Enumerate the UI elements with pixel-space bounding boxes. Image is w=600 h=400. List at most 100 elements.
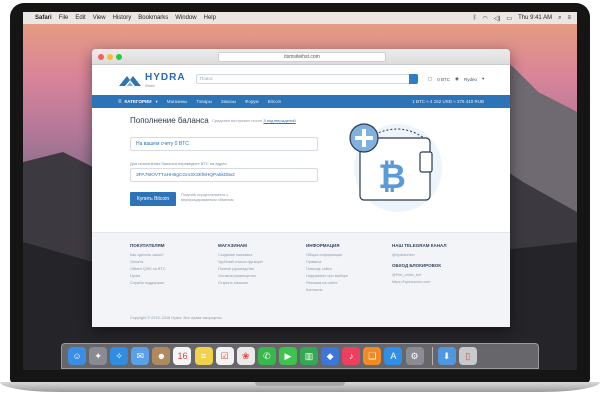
footer-col-buyers: ПОКУПАТЕЛЯМ Как сделать заказ? Оплата Об…: [130, 243, 210, 287]
footer-link[interactable]: Нарушение при выборе: [306, 273, 386, 280]
search-input[interactable]: Поиск: [196, 74, 418, 84]
balance-badge[interactable]: 0 BTC: [437, 77, 450, 82]
site-footer: ПОКУПАТЕЛЯМ Как сделать заказ? Оплата Об…: [92, 232, 510, 327]
btc-rate: 1 BTC ≈ 4 152 USD ≈ 276 410 RUB: [412, 99, 484, 104]
search-button[interactable]: [409, 74, 418, 84]
address-bar[interactable]: itsmsiteihst.com: [218, 52, 386, 62]
photos-icon[interactable]: ❀: [236, 347, 255, 365]
wallet-bitcoin-illustration: ₿: [349, 123, 442, 212]
footer-link[interactable]: Обмен QIWI на BTC: [130, 266, 210, 273]
notes-icon[interactable]: ≡: [194, 347, 213, 365]
menu-edit[interactable]: Edit: [75, 15, 85, 21]
footer-link[interactable]: Открыть магазин: [218, 280, 298, 287]
nav-categories-label: КАТЕГОРИИ: [124, 99, 152, 104]
nav-item-shops[interactable]: Магазины: [167, 99, 188, 104]
footer-link[interactable]: Удобный список функций: [218, 259, 298, 266]
settings-icon[interactable]: ⚙: [405, 347, 424, 365]
dock-separator: [431, 347, 433, 365]
reminders-icon[interactable]: ☑: [215, 347, 234, 365]
confirmations-link[interactable]: 3 подтверждений: [263, 118, 295, 123]
finder-icon[interactable]: ☺: [68, 347, 86, 365]
menubar-clock[interactable]: Thu 9:41 AM: [518, 15, 552, 21]
nav-item-bitcoin[interactable]: Bitcoin: [268, 99, 282, 104]
footer-link[interactable]: Общая информация: [306, 252, 386, 259]
footer-link[interactable]: Hydra: [130, 273, 210, 280]
downloads-icon[interactable]: ⬇: [437, 347, 456, 365]
footer-copyright: Copyright © 2015–2018 Hydra. Все права з…: [130, 316, 223, 320]
footer-link[interactable]: Создание магазина: [218, 252, 298, 259]
notification-center-icon[interactable]: ≡: [567, 15, 571, 21]
footer-col-title: МАГАЗИНАМ: [218, 243, 247, 248]
search-placeholder: Поиск: [200, 76, 213, 81]
footer-link[interactable]: Контакты: [306, 287, 386, 294]
main-nav: ≡ КАТЕГОРИИ ▾ Магазины Товары Заказы Фор…: [92, 95, 510, 108]
browser-titlebar: itsmsiteihst.com: [92, 49, 510, 65]
ibooks-icon[interactable]: ❑: [363, 347, 382, 365]
user-icon[interactable]: ◉: [455, 76, 459, 82]
launchpad-icon[interactable]: ✦: [89, 347, 108, 365]
balance-section: Пополнение баланса Средства поступают по…: [92, 108, 510, 232]
menu-history[interactable]: History: [113, 15, 132, 21]
volume-icon[interactable]: ◁): [494, 15, 501, 22]
chevron-down-icon[interactable]: ▾: [482, 76, 484, 82]
footer-link[interactable]: Реклама на сайте: [306, 280, 386, 287]
cart-icon[interactable]: ▢: [428, 76, 432, 82]
menubar-app-name[interactable]: Safari: [35, 15, 52, 21]
nav-categories[interactable]: ≡ КАТЕГОРИИ: [118, 99, 152, 105]
site-logo[interactable]: HYDRA Store: [145, 71, 186, 88]
footer-col-info: ИНФОРМАЦИЯ Общая информация Правила Помо…: [306, 243, 386, 294]
nav-item-forum[interactable]: Форум: [245, 99, 259, 104]
battery-icon[interactable]: ▭: [506, 15, 512, 22]
contacts-icon[interactable]: ☻: [152, 347, 171, 365]
desktop-screen: Safari File Edit View History Bookmarks …: [23, 12, 577, 370]
close-window-button[interactable]: [98, 53, 104, 60]
menu-file[interactable]: File: [59, 15, 69, 21]
laptop-scene: Safari File Edit View History Bookmarks …: [0, 0, 600, 400]
itunes-icon[interactable]: ♪: [342, 347, 361, 365]
facetime-icon[interactable]: ▶: [278, 347, 297, 365]
menubar-status: ᛒ ◠ ◁) ▭ Thu 9:41 AM ⌕ ≡: [467, 15, 571, 22]
spotlight-icon[interactable]: ⌕: [558, 15, 561, 22]
bluetooth-icon[interactable]: ᛒ: [473, 15, 477, 21]
footer-link[interactable]: Оплата: [130, 259, 210, 266]
menu-view[interactable]: View: [93, 15, 106, 21]
nav-item-goods[interactable]: Товары: [196, 99, 211, 104]
safari-icon[interactable]: ✧: [110, 347, 129, 365]
footer-link[interactable]: Как сделать заказ?: [130, 252, 210, 259]
minimize-window-button[interactable]: [107, 53, 113, 60]
logo-name: HYDRA: [145, 71, 186, 83]
footer-link[interactable]: Полное руководство: [218, 266, 298, 273]
footer-link[interactable]: Условия размещения: [218, 273, 298, 280]
footer-col-title: НАШ TELEGRAM КАНАЛ: [392, 243, 447, 248]
hydra-logo-icon[interactable]: [118, 73, 142, 87]
laptop-notch: [255, 382, 345, 386]
footer-link[interactable]: Служба поддержки: [130, 280, 210, 287]
footer-link[interactable]: Правила: [306, 259, 386, 266]
username-link[interactable]: Rydeo: [464, 77, 477, 82]
account-balance-field[interactable]: На вашем счету 0 BTC: [130, 137, 318, 151]
menu-window[interactable]: Window: [175, 15, 196, 21]
buy-bitcoin-button[interactable]: Купить Bitcoin: [130, 192, 176, 206]
calendar-icon[interactable]: 16: [173, 347, 192, 365]
address-label: Для пополнения баланса переведите BTC на…: [130, 161, 228, 166]
numbers-icon[interactable]: ▥: [300, 347, 319, 365]
footer-col-title: ОБХОД БЛОКИРОВОК: [392, 263, 441, 268]
footer-link[interactable]: @hydraonion: [392, 252, 472, 259]
wifi-icon[interactable]: ◠: [483, 15, 488, 22]
menu-hamburger-icon: ≡: [118, 98, 122, 105]
footer-link[interactable]: @Fee_onion_bot: [392, 272, 472, 279]
menu-bookmarks[interactable]: Bookmarks: [138, 15, 168, 21]
messages-icon[interactable]: ✆: [257, 347, 276, 365]
menu-help[interactable]: Help: [204, 15, 216, 21]
nav-item-orders[interactable]: Заказы: [221, 99, 236, 104]
mail-icon[interactable]: ✉: [131, 347, 150, 365]
keynote-icon[interactable]: ◆: [321, 347, 340, 365]
footer-link[interactable]: https://hydraonion.com: [392, 279, 472, 286]
logo-subtitle: Store: [145, 82, 155, 88]
footer-link[interactable]: Помощь сайта: [306, 266, 386, 273]
appstore-icon[interactable]: A: [384, 347, 403, 365]
btc-address-field[interactable]: 3PA76ЮVTТaHН8gCGm3X3Kf8HQРa5kDbк2: [130, 168, 318, 182]
zoom-window-button[interactable]: [116, 53, 122, 60]
header-account: ▢ 0 BTC ◉ Rydeo ▾: [428, 76, 489, 82]
trash-icon[interactable]: ▯: [458, 347, 477, 365]
